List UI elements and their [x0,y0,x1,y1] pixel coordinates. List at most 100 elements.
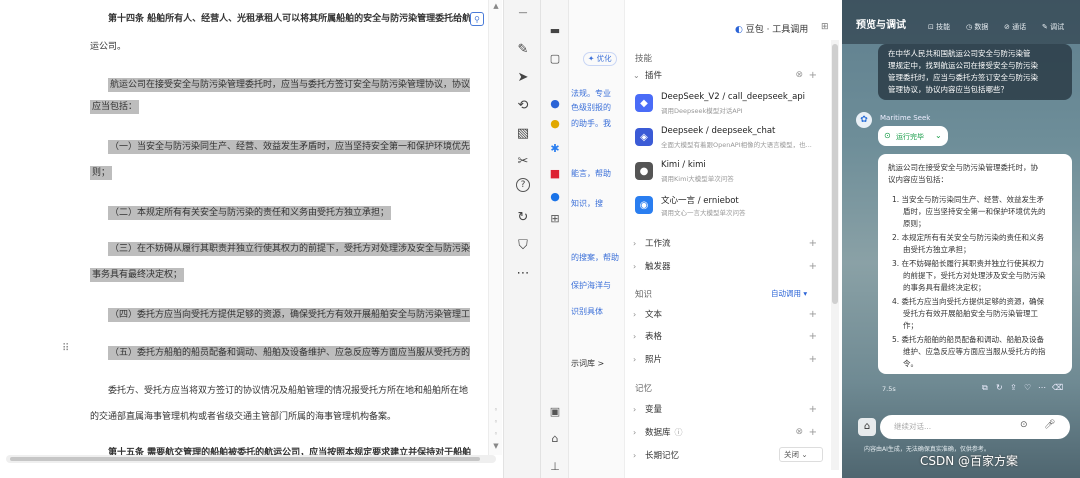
add-icon[interactable]: + [809,404,817,415]
lasso-icon[interactable]: ⟲ [511,94,535,116]
bot-avatar-icon: ✿ [856,112,872,128]
info-icon: ⓘ [674,427,683,437]
like-icon[interactable]: ♡ [1024,382,1031,394]
section-row-plugins_title[interactable]: ⌄ 插件 ⊗ + [633,66,817,84]
plugin-item[interactable]: ◉ 文心一言 / erniebot 调用文心一言大模型单次问答 [635,192,819,224]
image-icon[interactable]: ▧ [511,122,535,144]
add-icon[interactable]: + [809,331,817,342]
chevron-right-icon: › [633,427,637,437]
rotate-icon[interactable]: ↻ [511,206,535,228]
add-icon[interactable]: + [809,238,817,249]
red-app-icon[interactable]: ■ [547,165,563,181]
user-message-line: 在中华人民共和国航运公司安全与防污染管 [888,49,1031,58]
chat-input-placeholder[interactable]: 继续对话... [894,421,931,433]
response-time: 7.5s [882,385,896,393]
plugin-desc: 调用Deepseek模型对话API [661,107,743,115]
plugin-logo-icon: ● [635,162,653,180]
color-app-icon[interactable]: ● [547,115,563,131]
section-row-trigger[interactable]: › 触发器 + [633,257,817,275]
page-icon[interactable]: ▢ [547,50,563,66]
microphone-icon[interactable]: 🎤︎ [1044,419,1055,431]
location-pin-icon[interactable]: ⚲ [470,12,484,26]
screen: 第十四条 船舶所有人、经营人、光租承租人可以将其所属船舶的安全与防污染管理委托给… [0,0,1080,478]
answer-item-line: 2. 本规定所有有关安全与防污染的责任和义务 [892,233,1045,242]
settings-icon[interactable]: ⊗ [795,70,803,80]
user-message-line: 管理协议，协议内容应当包括哪些？ [888,85,1008,94]
chevron-right-icon: › [633,309,637,319]
section-row-table[interactable]: › 表格 + [633,327,817,345]
add-icon[interactable]: + [809,354,817,365]
plugin-name: 文心一言 / erniebot [661,196,739,206]
document-line: 事务具有最终决定权； [90,268,185,282]
collapse-icon[interactable]: — [511,2,535,24]
prompt-text: 色级别报的 [571,103,611,112]
chevron-right-icon: › [633,331,637,341]
section-row-photo[interactable]: › 照片 + [633,350,817,368]
answer-item-line: 3. 在不妨碍船长履行其职责并独立行使其权力 [892,259,1045,268]
section-row-text[interactable]: › 文本 + [633,305,817,323]
check-circle-icon: ⊙ [884,131,891,140]
panel-scroll-thumb[interactable] [832,44,838,304]
plugin-item[interactable]: ● Kimi / kimi 调用Kimi大模型单次问答 [635,158,819,190]
layout-icon[interactable]: ▣ [547,403,563,419]
shield-icon[interactable]: ⛉ [511,234,535,256]
skills-title: 技能 [635,54,653,64]
delete-icon[interactable]: ⌫ [1052,382,1063,394]
optimize-button[interactable]: ✦ 优化 [583,52,617,66]
section-row-variable[interactable]: › 变量 + [633,400,817,418]
chat-action-3[interactable]: ✎ 调试 [1042,21,1064,33]
auto-call-dropdown[interactable]: 自动调用 ▾ [771,288,807,299]
help-icon[interactable]: ? [516,178,530,192]
chat-panel: 预览与调试 ⊡ 技能 ◷ 数据 ⊘ 通话 ✎ 调试 在中华人民共和国航运公司安全与防污染管… [842,0,1080,478]
answer-item-line: 令。 [903,359,918,368]
section-label: 工作流 [645,239,671,249]
document-vertical-scrollbar[interactable]: ▲ ◦ ◦ ◦ ▼ [488,0,502,455]
drag-handle-icon[interactable]: ⠿ [62,343,69,354]
more-options-icon[interactable]: ⋯ [1038,382,1046,394]
scroll-marker-icon: ◦ [493,406,499,414]
history-icon[interactable]: ⌂ [858,418,876,436]
plugin-name: DeepSeek_V2 / call_deepseek_api [661,92,806,102]
section-row-long_memory[interactable]: › 长期记忆 关闭 ⌄ [633,446,823,464]
add-icon[interactable]: + [809,261,817,272]
chat-action-1[interactable]: ◷ 数据 [966,21,988,33]
chevron-right-icon: ⌄ [633,70,640,80]
plugin-item[interactable]: ◈ Deepseek / deepseek_chat 全面大模型有着跟OpenAPI… [635,124,819,156]
prompt-text: 知识，搜 [571,199,603,208]
folder-icon[interactable]: ▬ [547,22,563,38]
refresh-icon[interactable]: ↻ [996,382,1003,394]
pin-icon[interactable]: ⊥ [547,458,563,474]
section-label: 数据库 [645,428,671,438]
knowledge-title: 知识 [635,290,653,300]
settings-icon[interactable]: ⊗ [795,427,803,437]
document-line: 的交通部直属海事管理机构或者省级交通主管部门所属的海事管理机构备案。 [90,412,397,422]
add-icon[interactable]: + [809,427,817,438]
horizontal-scroll-thumb[interactable] [10,457,480,461]
home-icon[interactable]: ⌂ [547,430,563,446]
copy-icon[interactable]: ⧉ [982,382,988,394]
add-icon[interactable]: + [809,309,817,320]
chat-action-2[interactable]: ⊘ 通话 [1004,21,1026,33]
add-icon[interactable]: + [809,70,817,81]
document-line: （一）当安全与防污染同生产、经营、效益发生矛盾时，应当坚持安全第一和保护环境优先… [108,140,470,154]
blue-app-icon[interactable]: ● [547,188,563,204]
document-line: （四）委托方应当向受托方提供足够的资源，确保受托方有效开展船舶安全与防污染管理工… [108,308,470,322]
plugin-item[interactable]: ◆ DeepSeek_V2 / call_deepseek_api 调用Deepse… [635,90,819,122]
add-app-icon[interactable]: ⊞ [547,210,563,226]
cursor-icon[interactable]: ➤ [511,66,535,88]
chat-action-0[interactable]: ⊡ 技能 [928,21,950,33]
section-row-workflow[interactable]: › 工作流 + [633,234,817,252]
scroll-down-arrow-icon[interactable]: ▼ [492,442,500,450]
scissors-icon[interactable]: ✂ [511,150,535,172]
section-row-database[interactable]: › 数据库 ⊗ + ⓘ [633,423,817,441]
watermark: CSDN @百家方案 [920,454,1019,468]
long-memory-select[interactable]: 关闭 ⌄ [779,447,823,462]
pen-icon[interactable]: ✎ [511,38,535,60]
grid-icon[interactable]: ⊞ [821,22,829,32]
scroll-up-arrow-icon[interactable]: ▲ [492,2,500,10]
paw-app-icon[interactable]: ✱ [547,140,563,156]
more-icon[interactable]: ⋯ [511,262,535,284]
share-icon[interactable]: ⇪ [1010,382,1017,394]
attach-icon[interactable]: ⊙ [1020,419,1028,431]
search-app-icon[interactable]: ● [547,95,563,111]
